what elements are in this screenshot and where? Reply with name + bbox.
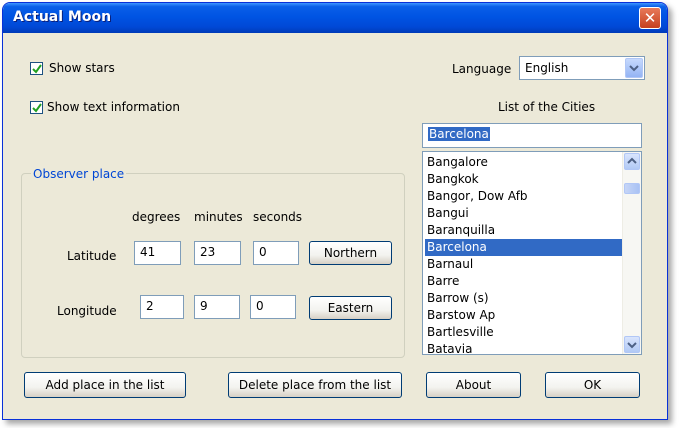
list-item[interactable]: Bangalore bbox=[425, 154, 622, 171]
northern-button[interactable]: Northern bbox=[309, 241, 392, 265]
chevron-down-icon bbox=[627, 342, 637, 349]
show-stars-label[interactable]: Show stars bbox=[49, 61, 115, 75]
list-item[interactable]: Barnaul bbox=[425, 256, 622, 273]
longitude-minutes-input[interactable]: 9 bbox=[194, 295, 240, 319]
check-icon bbox=[32, 103, 42, 113]
show-text-label[interactable]: Show text information bbox=[47, 100, 180, 114]
list-item[interactable]: Bangui bbox=[425, 205, 622, 222]
observer-place-legend: Observer place bbox=[31, 167, 127, 181]
check-icon bbox=[32, 64, 42, 74]
latitude-label: Latitude bbox=[67, 249, 117, 263]
cities-header: List of the Cities bbox=[498, 100, 596, 114]
language-label: Language bbox=[452, 62, 512, 76]
list-item[interactable]: Batavia bbox=[425, 341, 622, 354]
list-item[interactable]: Baranquilla bbox=[425, 222, 622, 239]
eastern-button[interactable]: Eastern bbox=[309, 296, 392, 320]
city-list[interactable]: Bangalore Bangkok Bangor, Dow Afb Bangui… bbox=[422, 151, 642, 355]
ok-button[interactable]: OK bbox=[545, 372, 640, 398]
latitude-seconds-input[interactable]: 0 bbox=[253, 241, 299, 265]
scroll-up-button[interactable] bbox=[624, 153, 640, 170]
city-search-input[interactable]: Barcelona bbox=[422, 123, 642, 148]
delete-place-button[interactable]: Delete place from the list bbox=[228, 372, 402, 398]
add-place-button[interactable]: Add place in the list bbox=[24, 372, 186, 398]
list-item[interactable]: Bartlesville bbox=[425, 324, 622, 341]
language-value: English bbox=[525, 61, 569, 75]
list-item-selected[interactable]: Barcelona bbox=[425, 239, 622, 256]
scroll-down-button[interactable] bbox=[624, 336, 640, 353]
seconds-header: seconds bbox=[253, 210, 303, 224]
show-text-checkbox[interactable] bbox=[30, 101, 43, 114]
window-title: Actual Moon bbox=[13, 9, 112, 25]
dialog-body: Show stars Show text information Languag… bbox=[6, 33, 664, 416]
close-button[interactable]: ✕ bbox=[639, 7, 661, 29]
chevron-up-icon bbox=[627, 157, 637, 164]
minutes-header: minutes bbox=[194, 210, 243, 224]
latitude-degrees-input[interactable]: 41 bbox=[134, 241, 181, 265]
list-item[interactable]: Barrow (s) bbox=[425, 290, 622, 307]
latitude-minutes-input[interactable]: 23 bbox=[194, 241, 241, 265]
title-bar[interactable]: Actual Moon ✕ bbox=[3, 3, 667, 33]
longitude-degrees-input[interactable]: 2 bbox=[140, 295, 184, 319]
longitude-seconds-input[interactable]: 0 bbox=[250, 295, 296, 319]
scroll-thumb[interactable] bbox=[624, 183, 640, 194]
observer-place-group bbox=[21, 173, 405, 358]
longitude-label: Longitude bbox=[57, 304, 117, 318]
app-window: Actual Moon ✕ Show stars Show text infor… bbox=[2, 2, 668, 420]
show-stars-checkbox[interactable] bbox=[30, 62, 43, 75]
chevron-down-icon bbox=[629, 65, 639, 72]
list-item[interactable]: Barre bbox=[425, 273, 622, 290]
language-dropdown-button[interactable] bbox=[625, 58, 643, 78]
language-select[interactable]: English bbox=[519, 56, 645, 80]
list-item[interactable]: Bangor, Dow Afb bbox=[425, 188, 622, 205]
list-item[interactable]: Barstow Ap bbox=[425, 307, 622, 324]
about-button[interactable]: About bbox=[426, 372, 521, 398]
close-icon: ✕ bbox=[643, 9, 657, 27]
city-list-scrollbar[interactable] bbox=[622, 152, 641, 354]
degrees-header: degrees bbox=[132, 210, 181, 224]
list-item[interactable]: Bangkok bbox=[425, 171, 622, 188]
city-search-text: Barcelona bbox=[428, 127, 490, 141]
